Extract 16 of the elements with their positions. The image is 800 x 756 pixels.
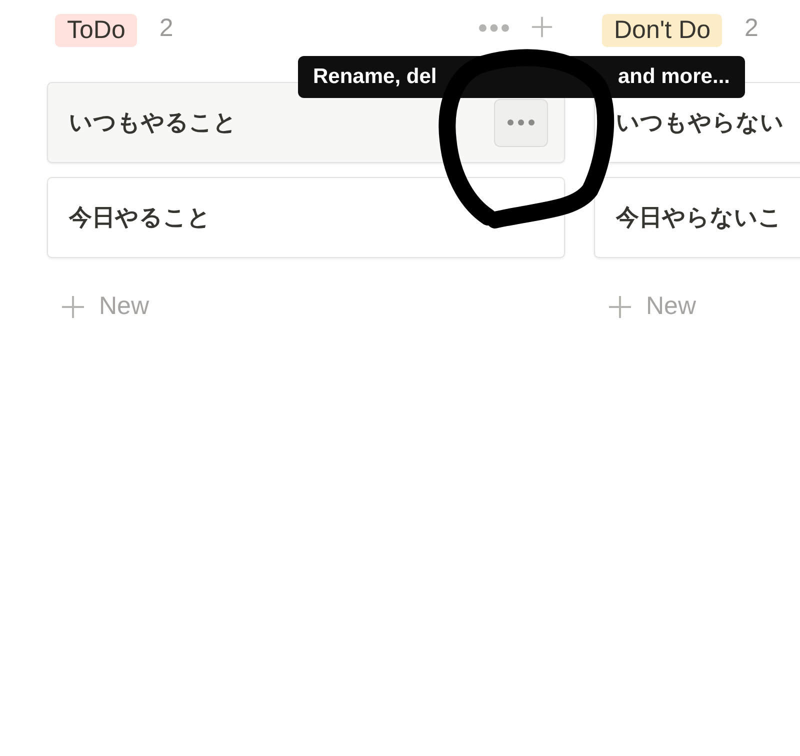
group-label[interactable]: Don't Do [602,14,722,47]
more-button[interactable] [494,98,548,146]
add-icon [61,294,85,318]
more-icon[interactable] [479,24,509,32]
card-count: 2 [744,14,758,43]
board-card[interactable]: 今日やること [47,177,565,258]
add-icon [608,294,632,318]
card-title: いつもやらない [616,108,784,137]
add-icon[interactable] [531,16,553,38]
more-icon [507,119,535,126]
board-card[interactable]: 今日やらないこ [594,177,800,258]
card-title: 今日やること [69,203,211,232]
card-title: 今日やらないこ [616,203,782,232]
group-label[interactable]: ToDo [55,14,138,47]
card-count: 2 [159,14,174,43]
card-title: いつもやること [69,108,237,137]
